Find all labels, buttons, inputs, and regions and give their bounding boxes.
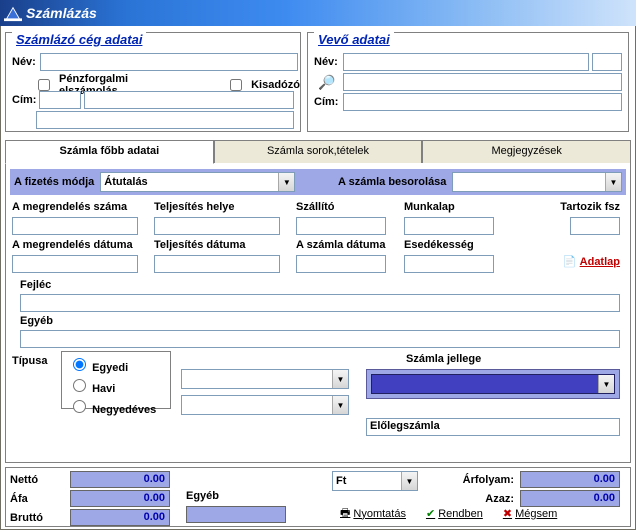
worksheet-label: Munkalap [404,201,455,213]
ok-button[interactable]: ✔ Rendben [426,504,483,523]
bottom-bar: Nettó 0.00 Áfa 0.00 Bruttó 0.00 Egyéb Ft… [5,467,631,527]
customer-addr-input[interactable] [343,93,622,111]
issuer-group: Számlázó cég adatai Név: Pénzforgalmi el… [5,32,301,132]
header-input[interactable] [20,294,620,312]
pay-method-select[interactable]: Átutalás ▼ [100,172,295,192]
order-date-label: A megrendelés dátuma [12,239,133,251]
content-area: Számlázó cég adatai Név: Pénzforgalmi el… [0,26,636,530]
invoice-kind-label: Számla jellege [406,353,481,365]
check-icon: ✔ [426,507,435,520]
chevron-down-icon: ▼ [278,173,294,191]
customer-code-input[interactable] [592,53,622,71]
perf-date-label: Teljesítés dátuma [154,239,246,251]
datasheet-link[interactable]: 📄 Adatlap [563,255,620,268]
net-label: Nettó [10,474,38,486]
advance-label-field: Előlegszámla [366,418,620,436]
customer-search-input[interactable] [343,73,622,91]
chevron-down-icon: ▼ [605,173,621,191]
net-value: 0.00 [70,471,170,488]
perf-place-label: Teljesítés helye [154,201,235,213]
title-bar: Számlázás [0,0,636,26]
pay-method-label: A fizetés módja [14,176,94,188]
gross-value: 0.00 [70,509,170,526]
binoculars-icon[interactable]: 🔎 [314,74,340,91]
type-extra-select-2[interactable]: ▼ [181,395,349,415]
other-total-value [186,506,286,523]
worksheet-input[interactable] [404,217,494,235]
rate-value: 0.00 [520,471,620,488]
order-no-label: A megrendelés száma [12,201,127,213]
invoice-date-label: A számla dátuma [296,239,385,251]
invoice-kind-select[interactable]: ▼ [371,374,615,394]
issuer-street-input[interactable] [36,111,294,129]
gross-label: Bruttó [10,512,43,524]
carrier-label: Szállító [296,201,335,213]
vat-label: Áfa [10,493,28,505]
customer-name-label: Név: [314,56,340,68]
cancel-button[interactable]: ✖ Mégsem [503,504,557,523]
currency-select[interactable]: Ft ▼ [332,471,418,491]
document-icon: 📄 [563,256,577,268]
type-radio-group: Egyedi Havi Negyedéves [61,351,171,409]
chevron-down-icon: ▼ [332,370,348,388]
order-no-input[interactable] [12,217,138,235]
tab-notes[interactable]: Megjegyzések [422,140,631,164]
radio-egyedi[interactable]: Egyedi [68,355,164,376]
perf-date-input[interactable] [154,255,280,273]
other-label: Egyéb [20,315,53,327]
perf-place-input[interactable] [154,217,280,235]
cash-accounting-checkbox[interactable] [38,79,50,91]
tab-main[interactable]: Számla főbb adatai [5,140,214,164]
owes-fsz-label: Tartozik fsz [560,201,620,213]
other-input[interactable] [20,330,620,348]
customer-heading: Vevő adatai [314,32,394,47]
chevron-down-icon: ▼ [598,375,614,393]
tab-lines[interactable]: Számla sorok,tételek [214,140,423,164]
issuer-heading: Számlázó cég adatai [12,32,146,47]
type-label: Típusa [12,355,47,367]
rate-label: Árfolyam: [463,474,514,486]
small-taxpayer-label: Kisadózó [251,79,300,91]
close-icon: ✖ [503,507,512,520]
chevron-down-icon: ▼ [401,472,417,490]
invoice-class-label: A számla besorolása [338,176,446,188]
small-taxpayer-checkbox[interactable] [230,79,242,91]
invoice-class-select[interactable]: ▼ [452,172,622,192]
radio-havi[interactable]: Havi [68,376,164,397]
other-total-label: Egyéb [186,490,219,502]
printer-icon: 🖶 [340,504,350,523]
radio-negyed[interactable]: Negyedéves [68,397,164,418]
sum-label: Azaz: [485,493,514,505]
due-date-label: Esedékesség [404,239,474,251]
carrier-input[interactable] [296,217,386,235]
issuer-name-input[interactable] [40,53,298,71]
header-label: Fejléc [20,279,51,291]
app-logo-icon [4,4,22,22]
chevron-down-icon: ▼ [332,396,348,414]
print-button[interactable]: 🖶 Nyomtatás [340,504,406,523]
pay-method-value: Átutalás [104,176,147,188]
customer-addr-label: Cím: [314,96,340,108]
tab-panel-main: A fizetés módja Átutalás ▼ A számla beso… [5,163,631,463]
issuer-addr-label: Cím: [12,94,36,106]
vat-value: 0.00 [70,490,170,507]
order-date-input[interactable] [12,255,138,273]
invoice-date-input[interactable] [296,255,386,273]
type-extra-select[interactable]: ▼ [181,369,349,389]
customer-group: Vevő adatai Név: 🔎 Cím: [307,32,629,132]
issuer-zip-input[interactable] [39,91,81,109]
tab-bar: Számla főbb adatai Számla sorok,tételek … [5,140,631,164]
customer-name-input[interactable] [343,53,589,71]
issuer-city-input[interactable] [84,91,294,109]
owes-fsz-input[interactable] [570,217,620,235]
title-text: Számlázás [26,5,97,21]
due-date-input[interactable] [404,255,494,273]
issuer-name-label: Név: [12,56,36,68]
